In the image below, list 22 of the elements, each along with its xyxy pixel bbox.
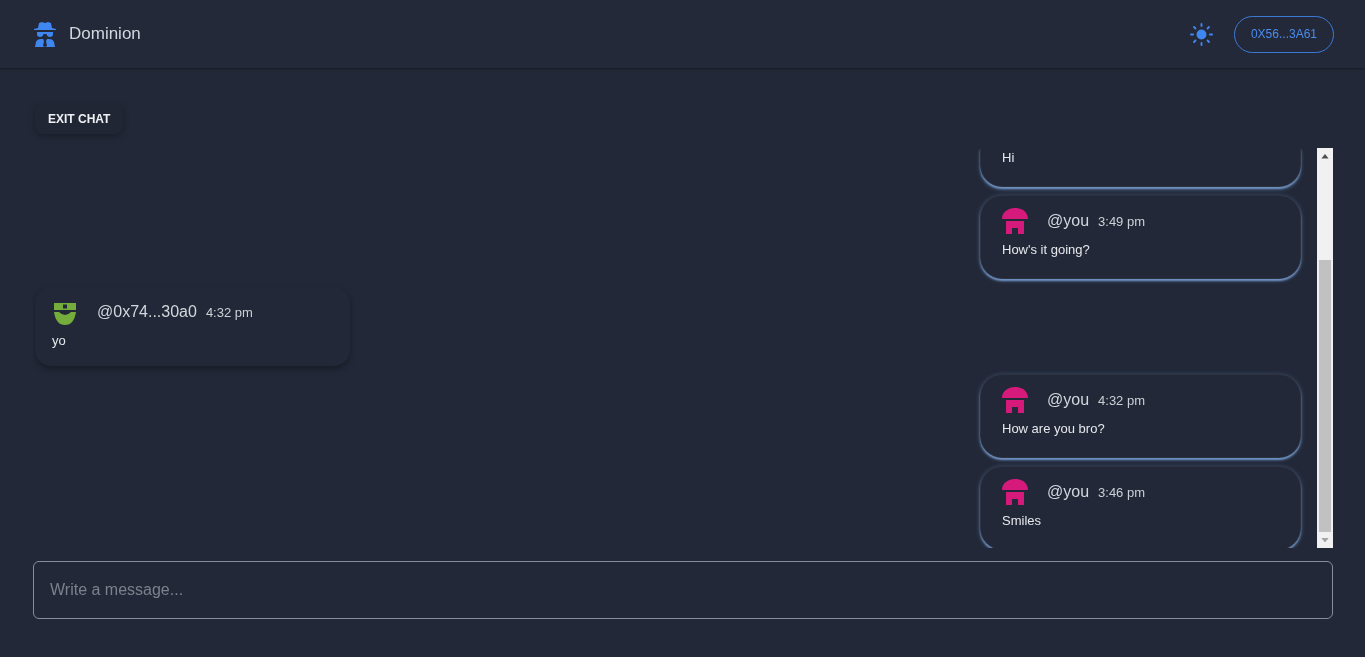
message-text: How's it going?	[1002, 242, 1091, 258]
message-time: 4:32 pm	[205, 304, 253, 320]
scrollbar-thumb[interactable]	[1319, 259, 1331, 532]
arrow-down-icon[interactable]	[1321, 537, 1329, 542]
message-time: 4:32 pm	[1098, 392, 1146, 408]
message-text: yo	[52, 333, 67, 349]
exit-chat-button[interactable]: EXIT CHAT	[35, 104, 124, 134]
author-name: @you	[1047, 212, 1090, 230]
message-text: Smiles	[1002, 513, 1042, 529]
sun-icon[interactable]	[1189, 22, 1213, 46]
author-name: @you	[1047, 391, 1090, 409]
message-text: How are you bro?	[1002, 421, 1106, 437]
message-input[interactable]: Write a message...	[33, 561, 1333, 619]
scrollbar[interactable]	[1317, 148, 1333, 548]
app-name: Dominion	[69, 24, 141, 44]
arrow-up-icon[interactable]	[1321, 154, 1329, 159]
message-time: 3:46 pm	[1098, 484, 1146, 500]
author-name: @0x74...30a0	[97, 303, 197, 321]
message-text: Hi	[1002, 150, 1016, 166]
author-name: @you	[1047, 483, 1090, 501]
message-time: 3:49 pm	[1098, 213, 1146, 229]
spy-logo-icon	[33, 21, 57, 47]
